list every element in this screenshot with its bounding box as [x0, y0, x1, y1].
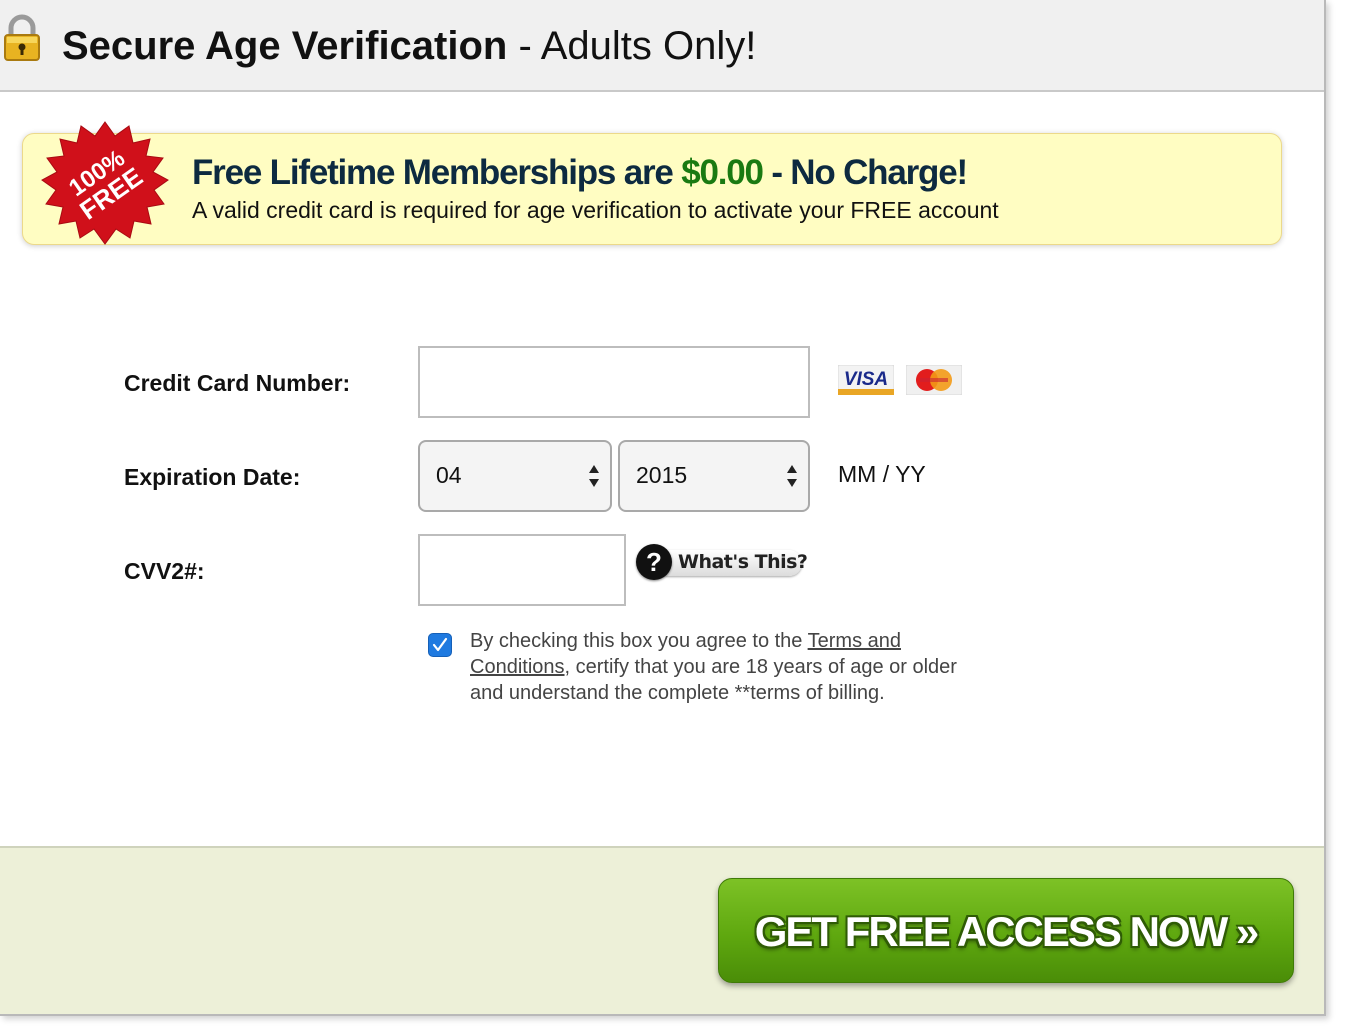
- promo-headline: Free Lifetime Memberships are $0.00 - No…: [192, 153, 968, 192]
- visa-icon: VISA: [838, 365, 894, 395]
- agree-checkbox[interactable]: [428, 633, 452, 657]
- expiration-month-value: 04: [436, 462, 462, 488]
- select-arrows-icon: [787, 465, 797, 487]
- page-title: Secure Age Verification - Adults Only!: [62, 24, 757, 68]
- whats-this-button[interactable]: ? What's This?: [636, 544, 808, 580]
- question-icon: ?: [636, 544, 672, 580]
- mastercard-icon: [906, 365, 962, 395]
- promo-subtext: A valid credit card is required for age …: [192, 197, 999, 223]
- checkmark-icon: [432, 637, 448, 652]
- cvv-input[interactable]: [418, 534, 626, 606]
- expiration-format-hint: MM / YY: [838, 461, 926, 487]
- cvv-label: CVV2#:: [124, 558, 205, 584]
- select-arrows-icon: [589, 465, 599, 487]
- card-number-label: Credit Card Number:: [124, 370, 351, 396]
- free-badge-icon: 100% FREE: [41, 121, 169, 245]
- promo-price: $0.00: [681, 153, 764, 192]
- agreement-text: By checking this box you agree to the Te…: [470, 630, 957, 704]
- dialog-header: Secure Age Verification - Adults Only!: [0, 0, 1324, 92]
- get-free-access-button[interactable]: GET FREE ACCESS NOW »: [718, 878, 1294, 983]
- lock-icon: [4, 14, 40, 61]
- expiration-label: Expiration Date:: [124, 464, 301, 490]
- svg-text:VISA: VISA: [844, 369, 888, 390]
- expiration-month-select[interactable]: 04: [418, 440, 612, 512]
- card-number-input[interactable]: [418, 346, 810, 418]
- expiration-year-value: 2015: [636, 462, 688, 488]
- whats-this-label: What's This?: [678, 551, 808, 573]
- expiration-year-select[interactable]: 2015: [618, 440, 810, 512]
- age-verification-dialog: Secure Age Verification - Adults Only! 1…: [0, 0, 1326, 1016]
